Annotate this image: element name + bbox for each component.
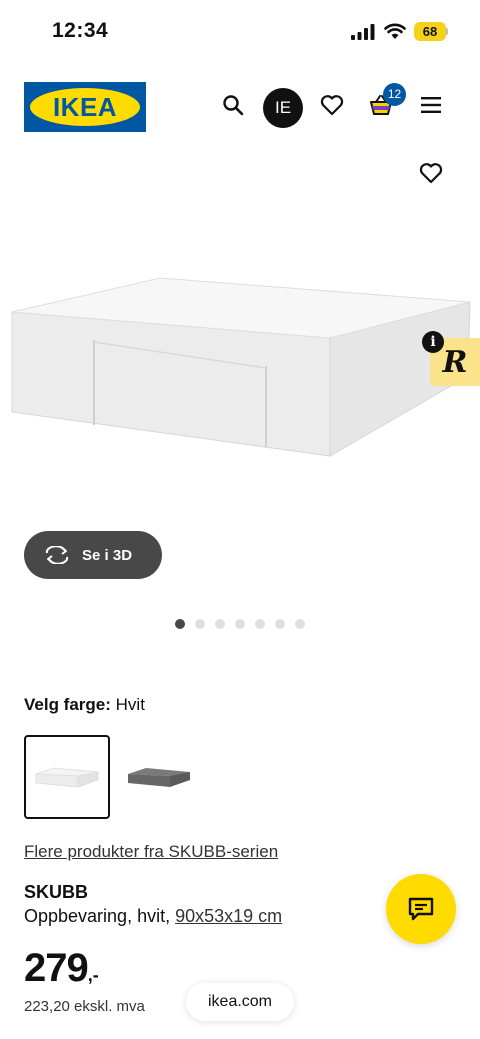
product-name: SKUBB — [24, 882, 89, 902]
price-value: 279 — [24, 946, 89, 990]
price-excl-vat: 223,20 ekskl. mva — [24, 998, 145, 1015]
logo-text: IKEA — [52, 92, 118, 122]
view-3d-button[interactable]: Se i 3D — [24, 531, 162, 579]
color-label-title: Velg farge: — [24, 695, 111, 714]
status-bar: 12:34 68 — [0, 0, 480, 64]
carousel-dot[interactable] — [275, 619, 285, 629]
hamburger-menu-icon — [421, 97, 441, 113]
color-swatch-white[interactable] — [24, 735, 110, 819]
carousel-dot[interactable] — [255, 619, 265, 629]
series-link[interactable]: Flere produkter fra SKUBB-serien — [24, 842, 278, 862]
heart-icon — [320, 95, 344, 116]
info-icon[interactable]: i — [422, 331, 444, 353]
swatch-white-thumbnail — [35, 767, 99, 788]
cart-count-badge: 12 — [383, 83, 406, 106]
rotate-3d-icon — [45, 546, 69, 564]
product-desc-text: Oppbevaring, hvit, — [24, 906, 176, 926]
image-carousel-dots — [175, 619, 305, 629]
battery-indicator: 68 — [414, 22, 446, 41]
view-3d-label: Se i 3D — [82, 546, 133, 564]
chat-button[interactable] — [386, 874, 456, 944]
carousel-dot[interactable] — [175, 619, 185, 629]
ikea-logo[interactable]: IKEA — [24, 82, 146, 132]
product-image[interactable] — [0, 270, 480, 470]
product-description: Oppbevaring, hvit, 90x53x19 cm — [24, 906, 282, 927]
search-icon — [223, 95, 244, 116]
profile-avatar-button[interactable]: IE — [263, 88, 303, 128]
save-to-list-button[interactable] — [414, 156, 448, 190]
search-button[interactable] — [216, 88, 250, 122]
price-suffix: ,- — [87, 965, 99, 985]
color-swatch-dark-grey[interactable] — [116, 735, 202, 819]
wifi-icon — [384, 23, 406, 39]
signal-icon — [351, 24, 375, 40]
status-time: 12:34 — [52, 19, 109, 42]
browser-url-bar[interactable]: ikea.com — [186, 983, 294, 1021]
swatch-grey-thumbnail — [128, 768, 190, 787]
chat-icon — [408, 897, 434, 921]
carousel-dot[interactable] — [215, 619, 225, 629]
site-header: IKEA — [0, 80, 480, 136]
product-dimensions-link[interactable]: 90x53x19 cm — [175, 906, 282, 926]
carousel-dot[interactable] — [295, 619, 305, 629]
favorites-button[interactable] — [315, 88, 349, 122]
product-price: 279,- — [24, 946, 99, 991]
color-label: Velg farge: Hvit — [24, 695, 145, 715]
carousel-dot[interactable] — [195, 619, 205, 629]
menu-button[interactable] — [414, 88, 448, 122]
color-value: Hvit — [115, 695, 145, 714]
battery-cap — [446, 28, 448, 35]
heart-icon — [419, 163, 443, 184]
carousel-dot[interactable] — [235, 619, 245, 629]
